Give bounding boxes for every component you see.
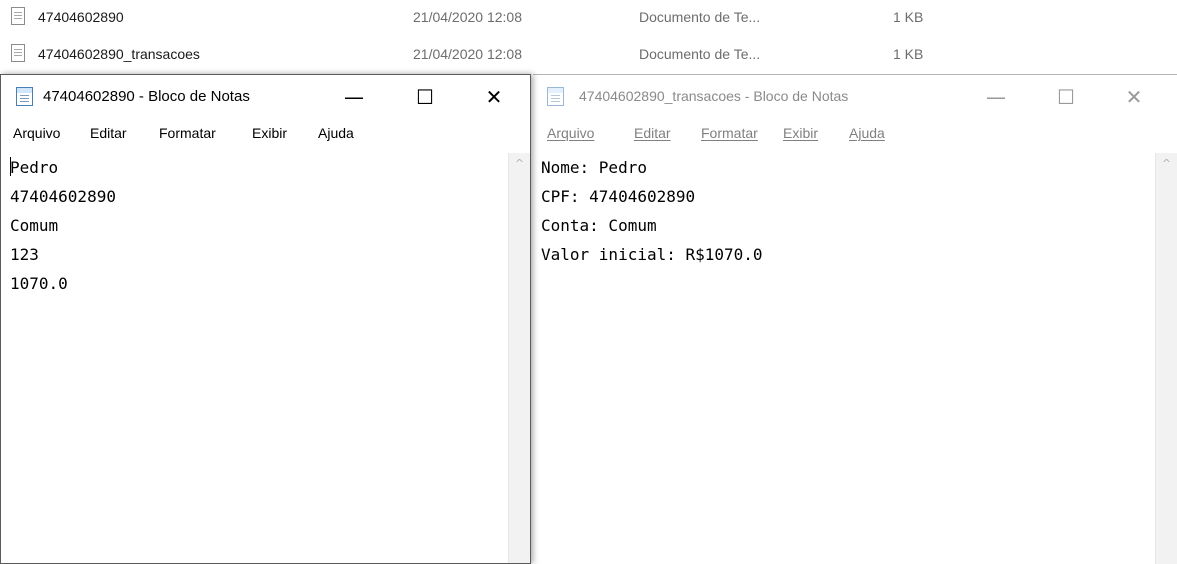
- minimize-button[interactable]: —: [331, 81, 377, 113]
- window-title: 47404602890_transacoes - Bloco de Notas: [579, 88, 849, 104]
- menu-exibir[interactable]: Exibir: [783, 125, 818, 141]
- title-bar[interactable]: 47404602890 - Bloco de Notas — ☐ ✕: [1, 75, 530, 119]
- text-line: Valor inicial: R$1070.0: [541, 245, 763, 264]
- maximize-button[interactable]: ☐: [402, 81, 448, 113]
- notepad-icon: [16, 87, 33, 106]
- menu-arquivo[interactable]: Arquivo: [13, 125, 60, 141]
- minimize-button[interactable]: —: [973, 81, 1019, 113]
- vertical-scrollbar[interactable]: ^: [1155, 153, 1177, 564]
- file-row[interactable]: 47404602890_transacoes 21/04/2020 12:08 …: [0, 42, 1177, 66]
- scroll-up-arrow-icon[interactable]: ^: [1156, 157, 1177, 170]
- file-name: 47404602890: [38, 9, 124, 25]
- text-file-icon: [11, 44, 25, 62]
- text-line: Nome: Pedro: [541, 158, 647, 177]
- menu-editar[interactable]: Editar: [90, 125, 127, 141]
- file-date: 21/04/2020 12:08: [413, 46, 522, 62]
- text-line: CPF: 47404602890: [541, 187, 696, 206]
- menu-ajuda[interactable]: Ajuda: [318, 125, 354, 141]
- notepad-window-left[interactable]: 47404602890 - Bloco de Notas — ☐ ✕ Arqui…: [0, 74, 531, 564]
- text-line: 47404602890: [10, 187, 116, 206]
- title-bar[interactable]: 47404602890_transacoes - Bloco de Notas …: [533, 75, 1177, 119]
- file-size: 1 KB: [893, 46, 924, 62]
- file-type: Documento de Te...: [639, 46, 761, 62]
- text-line: 123: [10, 245, 39, 264]
- menu-ajuda[interactable]: Ajuda: [849, 125, 885, 141]
- menu-formatar[interactable]: Formatar: [701, 125, 758, 141]
- close-button[interactable]: ✕: [471, 81, 517, 113]
- menu-exibir[interactable]: Exibir: [252, 125, 287, 141]
- text-line: Comum: [10, 216, 59, 235]
- text-file-icon: [11, 7, 25, 25]
- menu-bar: Arquivo Editar Formatar Exibir Ajuda: [1, 123, 530, 147]
- close-button[interactable]: ✕: [1111, 81, 1157, 113]
- text-line: Pedro: [10, 157, 59, 177]
- file-size: 1 KB: [893, 9, 924, 25]
- notepad-icon: [547, 87, 564, 106]
- vertical-scrollbar[interactable]: ^: [508, 153, 530, 563]
- text-editor[interactable]: Pedro 47404602890 Comum 123 1070.0: [1, 153, 508, 563]
- menu-editar[interactable]: Editar: [634, 125, 671, 141]
- scroll-up-arrow-icon[interactable]: ^: [509, 157, 530, 170]
- file-type: Documento de Te...: [639, 9, 761, 25]
- text-line: 1070.0: [10, 274, 68, 293]
- file-row[interactable]: 47404602890 21/04/2020 12:08 Documento d…: [0, 5, 1177, 29]
- window-title: 47404602890 - Bloco de Notas: [43, 88, 250, 105]
- file-date: 21/04/2020 12:08: [413, 9, 522, 25]
- text-editor[interactable]: Nome: Pedro CPF: 47404602890 Conta: Comum V…: [533, 153, 1155, 564]
- maximize-button[interactable]: ☐: [1043, 81, 1089, 113]
- file-name: 47404602890_transacoes: [38, 46, 200, 62]
- text-line: Conta: Comum: [541, 216, 657, 235]
- menu-bar: Arquivo Editar Formatar Exibir Ajuda: [533, 123, 1177, 147]
- menu-formatar[interactable]: Formatar: [159, 125, 216, 141]
- menu-arquivo[interactable]: Arquivo: [547, 125, 594, 141]
- notepad-window-right[interactable]: 47404602890_transacoes - Bloco de Notas …: [533, 74, 1177, 564]
